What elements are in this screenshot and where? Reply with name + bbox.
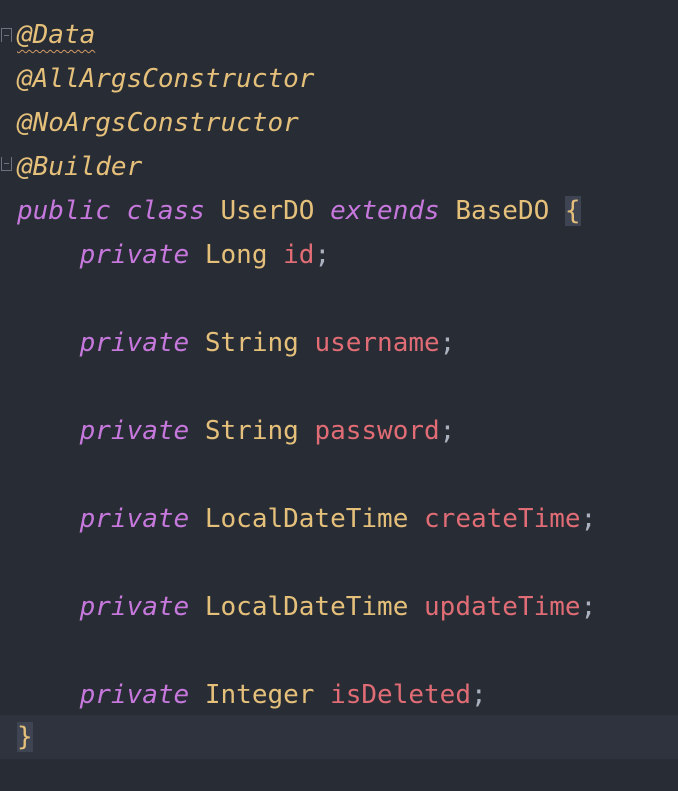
semicolon: ;: [314, 240, 331, 270]
semicolon: ;: [580, 592, 597, 622]
code-line-annotation-allargs: @AllArgsConstructor: [17, 57, 314, 101]
semicolon: ;: [580, 504, 597, 534]
field-modifier: private: [79, 328, 190, 358]
field-name[interactable]: id: [283, 240, 314, 270]
semicolon: ;: [470, 680, 487, 710]
field-type[interactable]: Integer: [205, 680, 315, 710]
keyword-extends: extends: [330, 196, 440, 226]
close-brace: }: [17, 722, 33, 752]
field-modifier: private: [79, 504, 190, 534]
field-modifier: private: [79, 416, 190, 446]
field-type[interactable]: String: [205, 416, 299, 446]
code-editor[interactable]: @Data @AllArgsConstructor @NoArgsConstru…: [0, 0, 678, 791]
field-name[interactable]: password: [314, 416, 439, 446]
field-type[interactable]: Long: [205, 240, 268, 270]
field-type[interactable]: String: [205, 328, 299, 358]
code-line-field: private Long id;: [17, 233, 330, 277]
parent-class-name[interactable]: BaseDO: [455, 196, 549, 226]
code-line-close-brace[interactable]: }: [0, 715, 678, 759]
editor-gutter: [0, 0, 16, 791]
code-line-field: private LocalDateTime createTime;: [17, 497, 597, 541]
semicolon: ;: [439, 416, 456, 446]
code-line-class-declaration: public class UserDO extends BaseDO {: [17, 189, 581, 233]
field-name[interactable]: isDeleted: [330, 680, 471, 710]
open-brace: {: [564, 196, 581, 226]
field-type[interactable]: LocalDateTime: [205, 592, 409, 622]
semicolon: ;: [439, 328, 456, 358]
fold-open-icon[interactable]: [1, 28, 12, 42]
code-line-annotation-data: @Data: [17, 13, 95, 57]
annotation-builder[interactable]: @Builder: [17, 152, 142, 182]
fold-close-icon[interactable]: [1, 157, 12, 171]
code-line-annotation-builder: @Builder: [17, 145, 142, 189]
keyword-class: class: [126, 196, 205, 226]
annotation-data[interactable]: @Data: [17, 20, 95, 50]
field-name[interactable]: username: [314, 328, 439, 358]
code-line-field: private Integer isDeleted;: [17, 673, 487, 717]
class-name[interactable]: UserDO: [221, 196, 315, 226]
keyword-public: public: [17, 196, 111, 226]
code-line-field: private LocalDateTime updateTime;: [17, 585, 597, 629]
field-modifier: private: [79, 680, 190, 710]
field-name[interactable]: createTime: [424, 504, 581, 534]
field-modifier: private: [79, 240, 190, 270]
field-name[interactable]: updateTime: [424, 592, 581, 622]
field-modifier: private: [79, 592, 190, 622]
annotation-no-args-constructor[interactable]: @NoArgsConstructor: [17, 108, 299, 138]
code-line-annotation-noargs: @NoArgsConstructor: [17, 101, 299, 145]
annotation-all-args-constructor[interactable]: @AllArgsConstructor: [17, 64, 314, 94]
field-type[interactable]: LocalDateTime: [205, 504, 409, 534]
code-line-field: private String password;: [17, 409, 456, 453]
code-line-field: private String username;: [17, 321, 456, 365]
